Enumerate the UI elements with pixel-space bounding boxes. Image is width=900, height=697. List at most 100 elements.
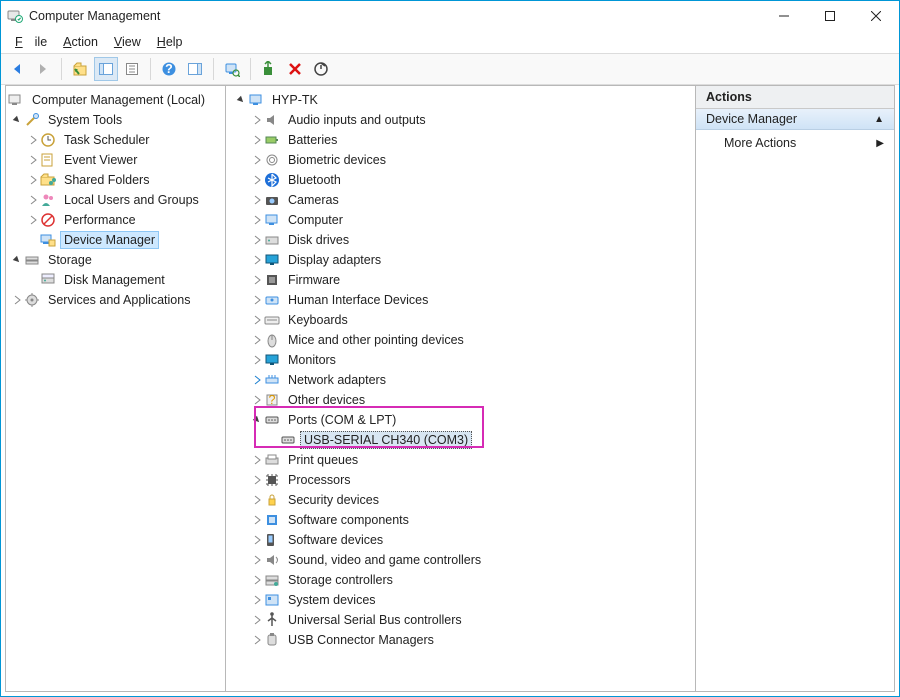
device-category[interactable]: Mice and other pointing devices [226, 330, 693, 350]
expand-icon[interactable] [250, 513, 264, 527]
expand-icon[interactable] [250, 213, 264, 227]
actions-more[interactable]: More Actions ▶ [696, 130, 894, 156]
device-category[interactable]: Keyboards [226, 310, 693, 330]
device-category[interactable]: Disk drives [226, 230, 693, 250]
device-category[interactable]: Sound, video and game controllers [226, 550, 693, 570]
expand-icon[interactable] [250, 613, 264, 627]
expand-icon[interactable] [250, 493, 264, 507]
device-tree-pane[interactable]: HYP-TK Audio inputs and outputsBatteries… [225, 85, 695, 692]
expand-icon[interactable] [26, 213, 40, 227]
device-category[interactable]: Firmware [226, 270, 693, 290]
back-button[interactable] [5, 57, 29, 81]
expand-icon[interactable] [10, 293, 24, 307]
expand-icon[interactable] [250, 473, 264, 487]
expand-icon[interactable] [250, 633, 264, 647]
expand-icon[interactable] [250, 553, 264, 567]
collapse-icon[interactable] [234, 93, 248, 107]
category-label: USB Connector Managers [284, 631, 438, 649]
expand-icon[interactable] [250, 353, 264, 367]
device-category[interactable]: Ports (COM & LPT) [226, 410, 693, 430]
update-driver-button[interactable] [257, 57, 281, 81]
expand-icon[interactable] [250, 393, 264, 407]
help-button[interactable]: ? [157, 57, 181, 81]
expand-icon[interactable] [250, 293, 264, 307]
tree-system-tools[interactable]: System Tools [6, 110, 223, 130]
device-category[interactable]: Universal Serial Bus controllers [226, 610, 693, 630]
tree-services-apps[interactable]: Services and Applications [6, 290, 223, 310]
expand-icon[interactable] [26, 173, 40, 187]
collapse-icon[interactable] [250, 413, 264, 427]
category-icon [264, 512, 280, 528]
expand-icon[interactable] [250, 313, 264, 327]
device-category[interactable]: Audio inputs and outputs [226, 110, 693, 130]
show-hide-action-button[interactable] [183, 57, 207, 81]
device-category[interactable]: Cameras [226, 190, 693, 210]
tree-storage[interactable]: Storage [6, 250, 223, 270]
device-category[interactable]: USB Connector Managers [226, 630, 693, 650]
device-item-selected[interactable]: USB-SERIAL CH340 (COM3) [226, 430, 693, 450]
expand-icon[interactable] [250, 333, 264, 347]
device-root[interactable]: HYP-TK [226, 90, 693, 110]
device-category[interactable]: Bluetooth [226, 170, 693, 190]
device-category[interactable]: Computer [226, 210, 693, 230]
tree-shared-folders[interactable]: Shared Folders [6, 170, 223, 190]
device-category[interactable]: Software devices [226, 530, 693, 550]
expand-icon[interactable] [250, 373, 264, 387]
expand-icon[interactable] [250, 133, 264, 147]
forward-button[interactable] [31, 57, 55, 81]
tree-task-scheduler[interactable]: Task Scheduler [6, 130, 223, 150]
device-category[interactable]: System devices [226, 590, 693, 610]
tree-disk-management[interactable]: Disk Management [6, 270, 223, 290]
device-category[interactable]: Security devices [226, 490, 693, 510]
tree-root[interactable]: Computer Management (Local) [6, 90, 223, 110]
expand-icon[interactable] [250, 173, 264, 187]
actions-section[interactable]: Device Manager ▲ [696, 109, 894, 130]
up-button[interactable] [68, 57, 92, 81]
menu-help[interactable]: Help [151, 34, 189, 50]
device-category[interactable]: Software components [226, 510, 693, 530]
users-icon [40, 192, 56, 208]
menu-action[interactable]: Action [57, 34, 104, 50]
scan-hardware-button[interactable] [220, 57, 244, 81]
disable-device-button[interactable] [309, 57, 333, 81]
uninstall-device-button[interactable] [283, 57, 307, 81]
device-category[interactable]: Monitors [226, 350, 693, 370]
expand-icon[interactable] [250, 533, 264, 547]
device-category[interactable]: Biometric devices [226, 150, 693, 170]
device-category[interactable]: Display adapters [226, 250, 693, 270]
close-button[interactable] [853, 1, 899, 31]
expand-icon[interactable] [26, 153, 40, 167]
device-category[interactable]: Print queues [226, 450, 693, 470]
tree-performance[interactable]: Performance [6, 210, 223, 230]
expand-icon[interactable] [250, 273, 264, 287]
expand-icon[interactable] [250, 453, 264, 467]
show-hide-tree-button[interactable] [94, 57, 118, 81]
tree-device-manager[interactable]: Device Manager [6, 230, 223, 250]
expand-icon[interactable] [10, 253, 24, 267]
device-category[interactable]: Network adapters [226, 370, 693, 390]
menu-file[interactable]: File [9, 34, 53, 50]
expand-icon[interactable] [26, 133, 40, 147]
expand-icon[interactable] [10, 113, 24, 127]
device-category[interactable]: Processors [226, 470, 693, 490]
expand-icon[interactable] [250, 153, 264, 167]
expand-icon[interactable] [250, 193, 264, 207]
console-tree-pane[interactable]: Computer Management (Local) System Tools… [5, 85, 225, 692]
expand-icon[interactable] [250, 253, 264, 267]
tree-local-users[interactable]: Local Users and Groups [6, 190, 223, 210]
category-label: Mice and other pointing devices [284, 331, 468, 349]
expand-icon[interactable] [250, 113, 264, 127]
maximize-button[interactable] [807, 1, 853, 31]
device-category[interactable]: Batteries [226, 130, 693, 150]
menu-view[interactable]: View [108, 34, 147, 50]
expand-icon[interactable] [250, 233, 264, 247]
expand-icon[interactable] [26, 193, 40, 207]
minimize-button[interactable] [761, 1, 807, 31]
properties-button[interactable] [120, 57, 144, 81]
expand-icon[interactable] [250, 573, 264, 587]
device-category[interactable]: Human Interface Devices [226, 290, 693, 310]
device-category[interactable]: ?Other devices [226, 390, 693, 410]
tree-event-viewer[interactable]: Event Viewer [6, 150, 223, 170]
device-category[interactable]: Storage controllers [226, 570, 693, 590]
expand-icon[interactable] [250, 593, 264, 607]
